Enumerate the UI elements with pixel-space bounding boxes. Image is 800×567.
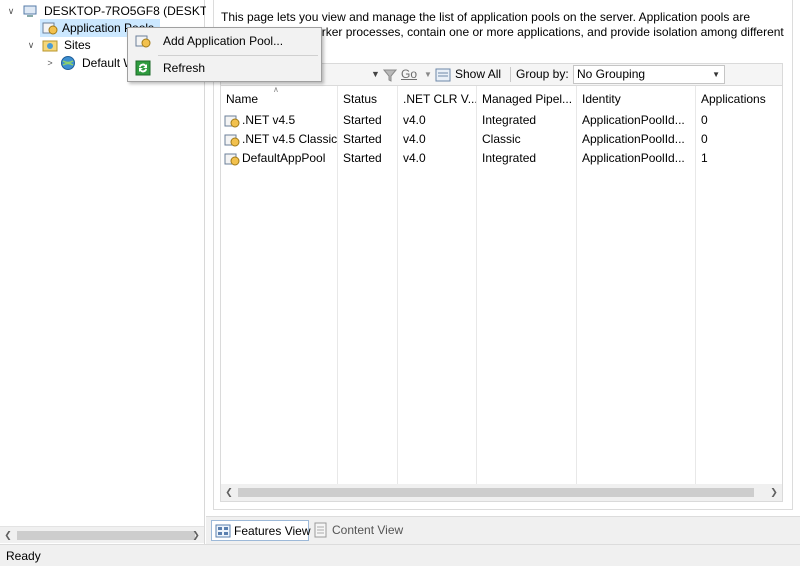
scroll-thumb[interactable] bbox=[238, 488, 754, 497]
column-header-managed-pipeline[interactable]: Managed Pipel... bbox=[477, 86, 577, 112]
column-header-name[interactable]: Name ∧ bbox=[221, 86, 338, 112]
cell-status: Started bbox=[343, 151, 382, 165]
context-menu: Add Application Pool... Refresh bbox=[127, 27, 322, 82]
tree-item-server[interactable]: ∨ DESKTOP-7RO5GF8 (DESKTOP bbox=[0, 2, 225, 20]
tab-features-label: Features View bbox=[234, 524, 311, 538]
cell-pipeline: Integrated bbox=[482, 151, 537, 165]
globe-icon bbox=[61, 56, 75, 70]
tree-horizontal-scrollbar[interactable]: ❮ ❯ bbox=[0, 526, 204, 543]
go-label: Go bbox=[401, 67, 418, 81]
status-text: Ready bbox=[6, 549, 41, 563]
application-pools-grid: Name ∧ Status .NET CLR V... Managed Pipe… bbox=[220, 86, 783, 502]
tree-label-sites: Sites bbox=[64, 38, 91, 52]
cell-applications: 0 bbox=[701, 132, 708, 146]
grid-horizontal-scrollbar[interactable]: ❮ ❯ bbox=[221, 484, 782, 501]
show-all-label: Show All bbox=[455, 67, 502, 81]
cell-applications: 1 bbox=[701, 151, 708, 165]
chevron-right-icon[interactable]: > bbox=[45, 54, 55, 72]
scroll-right-icon[interactable]: ❯ bbox=[766, 484, 782, 501]
cell-identity: ApplicationPoolId... bbox=[582, 151, 685, 165]
column-header-applications[interactable]: Applications bbox=[696, 86, 782, 112]
show-all-icon bbox=[435, 68, 451, 82]
tab-content-view[interactable]: Content View bbox=[310, 520, 410, 541]
refresh-icon bbox=[135, 60, 151, 76]
table-row[interactable]: .NET v4.5 Started v4.0 Integrated Applic… bbox=[221, 111, 782, 130]
view-tabs: Features View Content View bbox=[206, 516, 800, 544]
filter-dropdown-icon[interactable]: ▼ bbox=[371, 64, 380, 85]
sort-ascending-icon: ∧ bbox=[273, 86, 279, 94]
scroll-thumb[interactable] bbox=[17, 531, 195, 540]
toolbar-separator bbox=[510, 67, 511, 82]
tab-features-view[interactable]: Features View bbox=[211, 520, 311, 541]
group-by-value: No Grouping bbox=[577, 67, 646, 81]
content-view-icon bbox=[314, 522, 327, 538]
add-app-pool-icon bbox=[135, 35, 151, 48]
cell-name: .NET v4.5 Classic bbox=[242, 132, 337, 146]
group-by-select[interactable]: No Grouping ▼ bbox=[573, 65, 725, 84]
group-by-label: Group by: bbox=[516, 67, 569, 81]
table-row[interactable]: DefaultAppPool Started v4.0 Integrated A… bbox=[221, 149, 782, 168]
column-header-status[interactable]: Status bbox=[338, 86, 398, 112]
cell-pipeline: Integrated bbox=[482, 113, 537, 127]
cell-applications: 0 bbox=[701, 113, 708, 127]
chevron-down-icon[interactable]: ∨ bbox=[26, 36, 36, 54]
show-all-button[interactable]: Show All bbox=[435, 64, 505, 85]
column-header-clr-version[interactable]: .NET CLR V... bbox=[398, 86, 477, 112]
cell-status: Started bbox=[343, 113, 382, 127]
cell-clr: v4.0 bbox=[403, 151, 426, 165]
cell-clr: v4.0 bbox=[403, 132, 426, 146]
menu-item-add-application-pool[interactable]: Add Application Pool... bbox=[130, 30, 319, 53]
column-header-identity[interactable]: Identity bbox=[577, 86, 696, 112]
tree-label-server: DESKTOP-7RO5GF8 (DESKTOP bbox=[44, 4, 225, 18]
menu-label-refresh: Refresh bbox=[163, 61, 206, 75]
funnel-icon bbox=[383, 69, 397, 82]
cell-name: .NET v4.5 bbox=[242, 113, 296, 127]
scroll-right-icon[interactable]: ❯ bbox=[188, 527, 204, 544]
tab-content-label: Content View bbox=[332, 523, 404, 537]
cell-name: DefaultAppPool bbox=[242, 151, 326, 165]
cell-identity: ApplicationPoolId... bbox=[582, 132, 685, 146]
chevron-down-icon[interactable]: ∨ bbox=[6, 2, 16, 20]
chevron-down-icon: ▼ bbox=[712, 70, 720, 79]
cell-status: Started bbox=[343, 132, 382, 146]
cell-pipeline: Classic bbox=[482, 132, 521, 146]
menu-item-refresh[interactable]: Refresh bbox=[130, 57, 319, 80]
scroll-left-icon[interactable]: ❮ bbox=[0, 527, 16, 544]
go-dropdown-icon[interactable]: ▼ bbox=[424, 64, 432, 85]
cell-clr: v4.0 bbox=[403, 113, 426, 127]
table-row[interactable]: .NET v4.5 Classic Started v4.0 Classic A… bbox=[221, 130, 782, 149]
server-icon bbox=[23, 5, 37, 17]
menu-label-add: Add Application Pool... bbox=[163, 34, 284, 48]
cell-identity: ApplicationPoolId... bbox=[582, 113, 685, 127]
app-pool-icon bbox=[42, 22, 58, 35]
menu-separator bbox=[158, 55, 318, 56]
sites-folder-icon bbox=[42, 40, 58, 52]
features-view-icon bbox=[215, 524, 231, 538]
status-bar: Ready bbox=[0, 544, 800, 566]
scroll-left-icon[interactable]: ❮ bbox=[221, 484, 237, 501]
